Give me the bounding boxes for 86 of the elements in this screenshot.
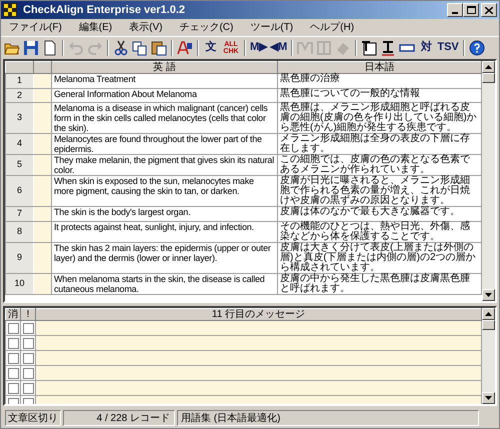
table-cell: 皮膚の中から発生した黒色腫は皮膚黒色腫と呼ばれます。 [278, 273, 482, 294]
text-box-icon[interactable] [360, 38, 378, 56]
table-cell: The skin is the body's largest organ. [52, 206, 278, 221]
menu-item[interactable]: ファイル(F) [9, 20, 62, 35]
down-arrow-icon [485, 396, 492, 400]
table-cell: 皮膚が日光に曝されると、メラニン形成細胞で作られる色素の量が増え、これが日焼けや皮膚の黒ずみの原因となります。 [278, 176, 482, 206]
close-icon [485, 6, 493, 14]
row-number[interactable]: 9 [6, 242, 34, 273]
font-icon[interactable] [176, 38, 194, 56]
table-cell: Melanoma is a disease in which malignant (cancer) cells form in the skin cells called melanocytes (cells that color the skin). [52, 102, 278, 134]
table-cell: その機能のひとつは、熱や日光、外傷、感染などから体を保護することです。 [278, 221, 482, 242]
menu-item[interactable]: 編集(E) [78, 20, 112, 35]
up-arrow-icon [485, 65, 492, 69]
table-cell: 皮膚は体のなかで最も大きな臓器です。 [278, 206, 482, 221]
toolbar-button[interactable]: TSV [436, 38, 460, 56]
scroll-thumb[interactable] [482, 73, 495, 83]
table-cell: メラニン形成細胞は全身の表皮の下層に存在します。 [278, 134, 482, 154]
checkbox[interactable] [8, 368, 18, 378]
checkbox[interactable] [8, 338, 18, 348]
toolbar-button[interactable]: ◀M [269, 38, 288, 56]
checkbox[interactable] [8, 382, 18, 394]
column-header[interactable]: 11 行目のメッセージ [36, 308, 482, 320]
column-header[interactable]: 消 [6, 308, 20, 320]
toolbar-button[interactable]: M▶ [249, 38, 268, 56]
table-cell: 黒色腫についての一般的な情報 [278, 88, 482, 102]
menu-item[interactable]: ヘルプ(H) [310, 20, 354, 35]
row-number[interactable]: 1 [6, 74, 34, 88]
vertical-scrollbar[interactable] [482, 61, 495, 301]
status-text: 4 / 228 レコード [63, 410, 175, 426]
scissors-icon[interactable] [112, 38, 130, 56]
table-cell: General Information About Melanoma [52, 88, 278, 102]
row-number[interactable]: 10 [6, 273, 34, 294]
help-icon[interactable] [468, 38, 486, 56]
scroll-down-button[interactable] [482, 392, 495, 404]
checkbox[interactable] [8, 322, 18, 334]
copy-icon[interactable] [131, 38, 149, 56]
row-number[interactable]: 6 [6, 176, 34, 206]
maximize-icon [466, 6, 476, 14]
window-title: CheckAlign Enterprise ver1.0.2 [23, 2, 186, 18]
app-icon [3, 3, 17, 17]
scroll-up-button[interactable] [482, 61, 495, 73]
down-arrow-icon [485, 293, 492, 297]
column-header[interactable]: 日本語 [278, 62, 482, 74]
scroll-up-button[interactable] [482, 308, 495, 320]
menu-item[interactable]: ツール(T) [250, 20, 294, 35]
toolbar-button[interactable]: 文 [202, 38, 220, 56]
up-arrow-icon [485, 312, 492, 316]
column-header[interactable]: ! [20, 308, 36, 320]
table-cell: When skin is exposed to the sun, melanocytes make more pigment, causing the skin to tan, or darken. [52, 176, 278, 206]
scroll-down-button[interactable] [482, 289, 495, 301]
row-number[interactable]: 4 [6, 134, 34, 154]
status-text: 用語集 (日本語最適化) [177, 410, 479, 426]
checkbox[interactable] [8, 352, 18, 364]
column-header[interactable]: 英 語 [52, 62, 278, 74]
vertical-scrollbar[interactable] [482, 308, 495, 404]
row-number[interactable]: 5 [6, 154, 34, 176]
checkbox[interactable] [22, 352, 34, 364]
minimize-icon [452, 12, 458, 14]
table-cell: They make melanin, the pigment that gives skin its natural color. [52, 154, 278, 176]
checkbox[interactable] [22, 338, 34, 348]
close-button[interactable] [481, 3, 497, 17]
status-text: 文章区切り [5, 410, 61, 426]
table-cell: Melanoma Treatment [52, 74, 278, 88]
clipboard-icon[interactable] [150, 38, 168, 56]
table-cell: Melanocytes are found throughout the lower part of the epidermis. [52, 134, 278, 154]
scroll-thumb[interactable] [482, 320, 495, 330]
toolbar-button[interactable]: 対 [417, 38, 436, 56]
table-cell: When melanoma starts in the skin, the disease is called cutaneous melanoma. [52, 273, 278, 294]
maximize-button[interactable] [463, 3, 479, 17]
menu-item[interactable]: 表示(V) [129, 20, 162, 35]
table-cell: 黒色腫の治療 [278, 74, 482, 88]
table-cell: The skin has 2 main layers: the epidermis (upper or outer layer) and the dermis (lower or inner layer). [52, 242, 278, 273]
table-cell: It protects against heat, sunlight, injury, and infection. [52, 221, 278, 242]
row-number[interactable]: 3 [6, 102, 34, 134]
row-number[interactable]: 7 [6, 206, 34, 221]
row-number[interactable]: 8 [6, 221, 34, 242]
menu-item[interactable]: チェック(C) [179, 20, 234, 35]
table-cell: この細胞では、皮膚の色の素となる色素であるメラニンが作られています。 [278, 154, 482, 176]
table-cell: 皮膚は大きく分けて表皮(上層または外側の層)と真皮(下層または内側の層)の2つの層から構成されています。 [278, 242, 482, 273]
minimize-button[interactable] [447, 3, 463, 17]
checkbox[interactable] [22, 368, 34, 378]
checkbox[interactable] [22, 322, 34, 334]
checkbox[interactable] [22, 382, 34, 394]
row-number[interactable]: 2 [6, 88, 34, 102]
floppy-disk-icon[interactable] [22, 38, 40, 56]
table-cell: 黒色腫は、メラニン形成細胞と呼ばれる皮膚の細胞(皮膚の色を作り出している細胞)から悪性(がん)細胞が発生する疾患です。 [278, 102, 482, 134]
